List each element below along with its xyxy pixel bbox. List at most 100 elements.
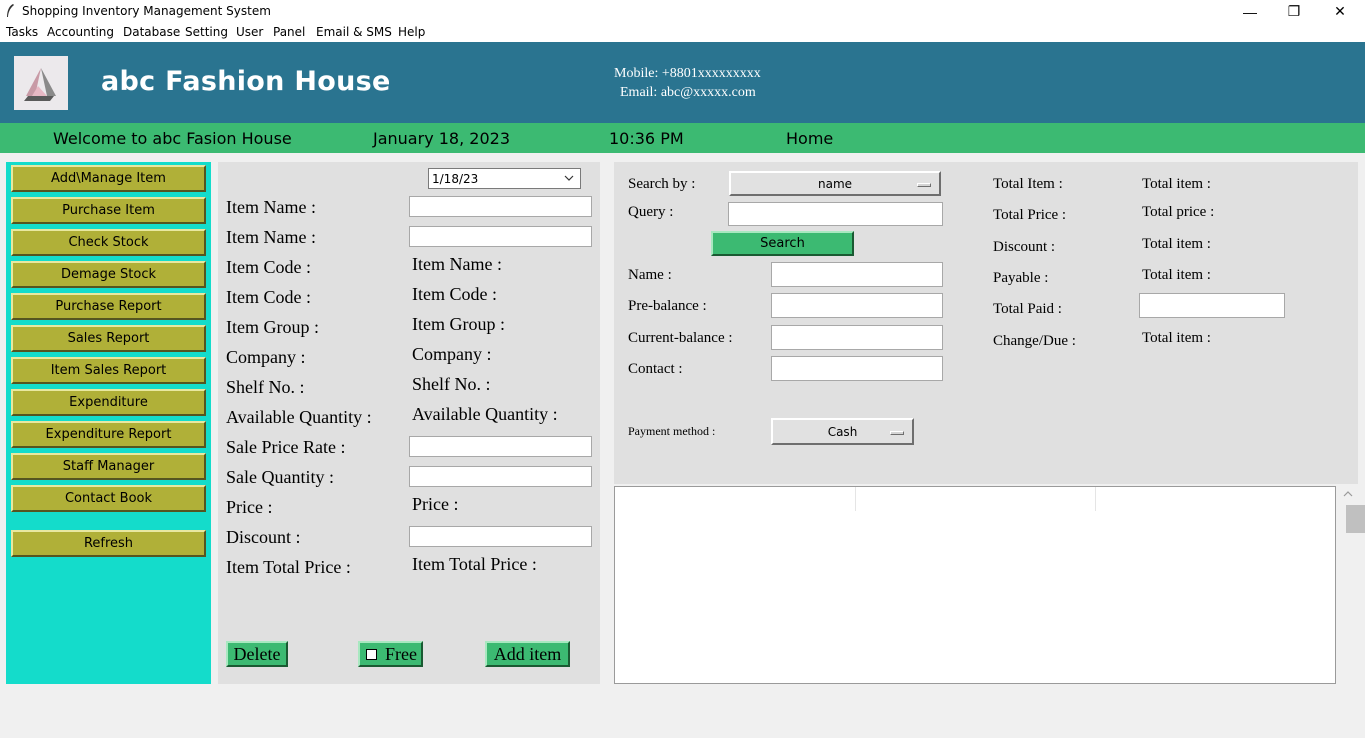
contact-input[interactable] bbox=[771, 356, 943, 381]
sidebar-expenditure-report-button[interactable]: Expenditure Report bbox=[11, 421, 206, 448]
current-date: January 18, 2023 bbox=[373, 129, 510, 148]
dropdown-indicator-icon bbox=[890, 430, 904, 435]
contact-mobile: Mobile: +8801xxxxxxxxx bbox=[614, 66, 761, 81]
sidebar-purchase-item-button[interactable]: Purchase Item bbox=[11, 197, 206, 224]
menu-setting[interactable]: Setting bbox=[185, 25, 228, 39]
sale-price-rate-label: Sale Price Rate : bbox=[226, 437, 346, 457]
discount-label: Discount : bbox=[226, 527, 301, 547]
sidebar-add-manage-item-button[interactable]: Add\Manage Item bbox=[11, 165, 206, 192]
total-price-value: Total price : bbox=[1142, 204, 1215, 220]
company-label: Company : bbox=[226, 347, 306, 367]
menu-tasks[interactable]: Tasks bbox=[6, 25, 38, 39]
shelf-no-value: Shelf No. : bbox=[412, 374, 491, 394]
date-picker[interactable]: 1/18/23 bbox=[428, 168, 581, 189]
search-panel: Search by : name Query : Search Name : P… bbox=[614, 162, 1358, 484]
total-paid-label: Total Paid : bbox=[993, 301, 1062, 317]
menu-user[interactable]: User bbox=[236, 25, 263, 39]
column-separator[interactable] bbox=[1095, 487, 1096, 511]
item-group-label: Item Group : bbox=[226, 317, 319, 337]
delete-button[interactable]: Delete bbox=[226, 641, 288, 667]
close-button[interactable]: ✕ bbox=[1317, 0, 1363, 23]
minimize-button[interactable]: — bbox=[1227, 0, 1273, 23]
sidebar-expenditure-button[interactable]: Expenditure bbox=[11, 389, 206, 416]
maximize-button[interactable]: ❐ bbox=[1271, 0, 1317, 23]
payable-value: Total item : bbox=[1142, 267, 1211, 283]
discount-input[interactable] bbox=[409, 526, 592, 547]
free-label: Free bbox=[385, 643, 417, 664]
dropdown-indicator-icon bbox=[917, 182, 931, 187]
menu-email-sms[interactable]: Email & SMS bbox=[316, 25, 392, 39]
item-name-input-2[interactable] bbox=[409, 226, 592, 247]
item-total-price-label: Item Total Price : bbox=[226, 557, 351, 577]
welcome-text: Welcome to abc Fasion House bbox=[53, 129, 292, 148]
sidebar-refresh-button[interactable]: Refresh bbox=[11, 530, 206, 557]
shop-name: abc Fashion House bbox=[101, 66, 391, 97]
menu-help[interactable]: Help bbox=[398, 25, 425, 39]
discount-total-value: Total item : bbox=[1142, 236, 1211, 252]
free-checkbox[interactable]: Free bbox=[358, 641, 423, 667]
search-by-value: name bbox=[817, 176, 853, 191]
name-label: Name : bbox=[628, 267, 672, 283]
item-group-value: Item Group : bbox=[412, 314, 505, 334]
sidebar-staff-manager-button[interactable]: Staff Manager bbox=[11, 453, 206, 480]
menu-accounting[interactable]: Accounting bbox=[47, 25, 114, 39]
sidebar: Add\Manage Item Purchase Item Check Stoc… bbox=[6, 162, 211, 684]
current-balance-input[interactable] bbox=[771, 325, 943, 350]
column-separator[interactable] bbox=[855, 487, 856, 511]
shop-logo bbox=[14, 56, 68, 110]
scroll-up-icon[interactable] bbox=[1343, 490, 1353, 498]
pre-balance-input[interactable] bbox=[771, 293, 943, 318]
search-by-dropdown[interactable]: name bbox=[729, 171, 941, 196]
menu-database[interactable]: Database bbox=[123, 25, 180, 39]
window-title: Shopping Inventory Management System bbox=[22, 4, 271, 18]
search-by-label: Search by : bbox=[628, 176, 696, 192]
sale-quantity-input[interactable] bbox=[409, 466, 592, 487]
checkbox-box-icon[interactable] bbox=[366, 648, 377, 660]
sale-price-rate-input[interactable] bbox=[409, 436, 592, 457]
total-item-value: Total item : bbox=[1142, 176, 1211, 192]
payment-method-label: Payment method : bbox=[628, 424, 716, 438]
item-name-label-1: Item Name : bbox=[226, 197, 316, 217]
shelf-no-label: Shelf No. : bbox=[226, 377, 305, 397]
change-due-value: Total item : bbox=[1142, 330, 1211, 346]
menu-panel[interactable]: Panel bbox=[273, 25, 305, 39]
sidebar-contact-book-button[interactable]: Contact Book bbox=[11, 485, 206, 512]
chevron-down-icon bbox=[564, 175, 574, 181]
sidebar-check-stock-button[interactable]: Check Stock bbox=[11, 229, 206, 256]
search-button[interactable]: Search bbox=[711, 231, 854, 256]
total-price-label: Total Price : bbox=[993, 207, 1067, 223]
vertical-scrollbar[interactable] bbox=[1337, 486, 1365, 684]
item-total-price-value: Item Total Price : bbox=[412, 554, 537, 574]
payment-method-dropdown[interactable]: Cash bbox=[771, 418, 914, 445]
sidebar-demage-stock-button[interactable]: Demage Stock bbox=[11, 261, 206, 288]
status-bar: Welcome to abc Fasion House January 18, … bbox=[0, 123, 1365, 153]
item-code-label-2: Item Code : bbox=[226, 287, 311, 307]
payable-label: Payable : bbox=[993, 270, 1049, 286]
sidebar-item-sales-report-button[interactable]: Item Sales Report bbox=[11, 357, 206, 384]
discount-total-label: Discount : bbox=[993, 239, 1056, 255]
sale-quantity-label: Sale Quantity : bbox=[226, 467, 334, 487]
item-code-label-1: Item Code : bbox=[226, 257, 311, 277]
available-quantity-label: Available Quantity : bbox=[226, 407, 372, 427]
item-name-input-1[interactable] bbox=[409, 196, 592, 217]
current-page: Home bbox=[786, 129, 834, 148]
price-label: Price : bbox=[226, 497, 273, 517]
sales-table[interactable] bbox=[614, 486, 1336, 684]
name-input[interactable] bbox=[771, 262, 943, 287]
sidebar-sales-report-button[interactable]: Sales Report bbox=[11, 325, 206, 352]
total-item-label: Total Item : bbox=[993, 176, 1063, 192]
menu-bar: Tasks Accounting Database Setting User P… bbox=[0, 23, 1365, 42]
add-item-button[interactable]: Add item bbox=[485, 641, 570, 667]
scroll-thumb[interactable] bbox=[1346, 505, 1365, 533]
item-code-value: Item Code : bbox=[412, 284, 497, 304]
price-value: Price : bbox=[412, 494, 459, 514]
total-paid-input[interactable] bbox=[1139, 293, 1285, 318]
query-input[interactable] bbox=[728, 202, 943, 226]
sidebar-purchase-report-button[interactable]: Purchase Report bbox=[11, 293, 206, 320]
change-due-label: Change/Due : bbox=[993, 333, 1076, 349]
title-bar: Shopping Inventory Management System — ❐… bbox=[0, 0, 1365, 23]
item-name-label-2: Item Name : bbox=[226, 227, 316, 247]
query-label: Query : bbox=[628, 204, 674, 220]
date-value: 1/18/23 bbox=[432, 172, 479, 186]
pre-balance-label: Pre-balance : bbox=[628, 298, 707, 314]
